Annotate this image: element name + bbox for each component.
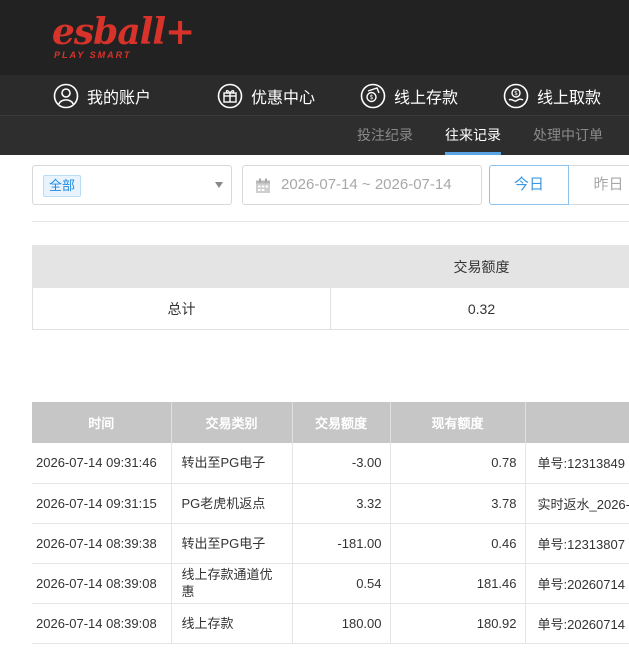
cell-amount: -3.00 — [292, 443, 391, 484]
summary-header-row: 交易额度 — [32, 245, 629, 288]
nav-online-withdraw[interactable]: $ 线上取款 — [503, 75, 601, 116]
cell-note: 单号:12313807 — [525, 523, 629, 564]
esball-logo[interactable]: esball+ PLAY SMART — [52, 11, 195, 60]
cell-amount: 0.54 — [292, 563, 391, 604]
date-range-picker[interactable]: 2026-07-14 ~ 2026-07-14 — [242, 165, 482, 205]
tab-pending-orders[interactable]: 处理中订单 — [533, 116, 603, 155]
cell-type: 线上存款 — [171, 603, 293, 644]
col-header-type: 交易类别 — [171, 402, 293, 443]
summary-header-blank — [32, 245, 331, 288]
cell-note: 实时返水_2026- — [525, 483, 629, 524]
nav-online-deposit-label: 线上存款 — [394, 89, 459, 107]
yesterday-button[interactable]: 昨日 — [569, 165, 629, 205]
calendar-icon — [256, 178, 270, 193]
nav-online-withdraw-label: 线上取款 — [537, 89, 602, 107]
nav-online-deposit[interactable]: $ 线上存款 — [360, 75, 458, 116]
cell-time: 2026-07-14 08:39:08 — [32, 603, 172, 644]
cell-time: 2026-07-14 09:31:46 — [32, 443, 172, 484]
summary-header-amount: 交易额度 — [330, 245, 629, 288]
cell-balance: 3.78 — [390, 483, 526, 524]
table-row: 2026-07-14 08:39:08 线上存款通道优惠 0.54 181.46… — [32, 563, 629, 604]
tab-bet-records[interactable]: 投注纪录 — [357, 116, 413, 155]
svg-text:$: $ — [514, 90, 518, 97]
withdraw-icon: $ — [503, 83, 529, 108]
cell-balance: 0.78 — [390, 443, 526, 484]
cell-note: 单号:12313849 — [525, 443, 629, 484]
section-divider — [32, 221, 629, 222]
col-header-time: 时间 — [32, 402, 172, 443]
col-header-balance: 现有额度 — [390, 402, 526, 443]
svg-text:$: $ — [370, 94, 374, 101]
selected-type-tag: 全部 — [43, 175, 82, 197]
tab-transaction-records[interactable]: 往来记录 — [445, 116, 501, 155]
col-header-amount: 交易额度 — [292, 402, 391, 443]
cell-amount: -181.00 — [292, 523, 391, 564]
cell-time: 2026-07-14 08:39:38 — [32, 523, 172, 564]
summary-total-row: 总计 0.32 — [32, 287, 629, 330]
nav-promotions-label: 优惠中心 — [251, 89, 316, 107]
col-header-note — [525, 402, 629, 443]
table-row: 2026-07-14 09:31:46 转出至PG电子 -3.00 0.78 单… — [32, 443, 629, 484]
cell-balance: 181.46 — [390, 563, 526, 604]
user-icon — [53, 83, 79, 108]
cell-amount: 3.32 — [292, 483, 391, 524]
cell-type: 线上存款通道优惠 — [171, 563, 293, 604]
summary-total-value: 0.32 — [330, 287, 629, 330]
cell-time: 2026-07-14 08:39:08 — [32, 563, 172, 604]
deposit-icon: $ — [360, 83, 386, 108]
main-nav: 我的账户 优惠中心 $ 线上存款 $ 线上取款 — [0, 75, 629, 116]
cell-balance: 180.92 — [390, 603, 526, 644]
gift-icon — [217, 83, 243, 108]
records-subnav: 投注纪录 往来记录 处理中订单 — [0, 116, 629, 155]
caret-down-icon — [215, 182, 223, 188]
date-range-text: 2026-07-14 ~ 2026-07-14 — [281, 176, 452, 193]
cell-note: 单号:20260714 — [525, 603, 629, 644]
records-table: 时间 交易类别 交易额度 现有额度 2026-07-14 09:31:46 转出… — [32, 402, 629, 644]
summary-total-label: 总计 — [32, 287, 331, 330]
table-row: 2026-07-14 09:31:15 PG老虎机返点 3.32 3.78 实时… — [32, 483, 629, 524]
cell-amount: 180.00 — [292, 603, 391, 644]
nav-my-account[interactable]: 我的账户 — [53, 75, 151, 116]
cell-type: 转出至PG电子 — [171, 523, 293, 564]
table-row: 2026-07-14 08:39:38 转出至PG电子 -181.00 0.46… — [32, 523, 629, 564]
cell-time: 2026-07-14 09:31:15 — [32, 483, 172, 524]
nav-my-account-label: 我的账户 — [87, 89, 152, 107]
cell-type: 转出至PG电子 — [171, 443, 293, 484]
cell-balance: 0.46 — [390, 523, 526, 564]
table-row: 2026-07-14 08:39:08 线上存款 180.00 180.92 单… — [32, 603, 629, 644]
summary-table: 交易额度 总计 0.32 — [32, 245, 629, 330]
transaction-type-select[interactable]: 全部 — [32, 165, 232, 205]
cell-type: PG老虎机返点 — [171, 483, 293, 524]
account-records-page: esball+ PLAY SMART 我的账户 优惠中心 $ 线上存款 $ 线上… — [0, 0, 629, 652]
top-header: esball+ PLAY SMART — [0, 0, 629, 75]
logo-wordmark: esball+ — [52, 11, 195, 53]
today-button[interactable]: 今日 — [489, 165, 569, 205]
cell-note: 单号:20260714 — [525, 563, 629, 604]
records-header-row: 时间 交易类别 交易额度 现有额度 — [32, 402, 629, 443]
nav-promotions[interactable]: 优惠中心 — [217, 75, 315, 116]
